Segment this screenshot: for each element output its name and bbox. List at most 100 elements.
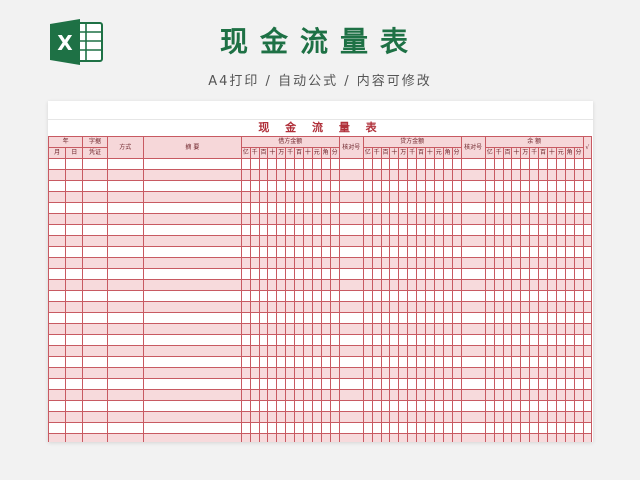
ledger-cell[interactable] <box>338 191 364 203</box>
ledger-cell[interactable] <box>529 246 540 258</box>
ledger-cell[interactable] <box>320 246 331 258</box>
ledger-cell[interactable] <box>311 169 322 181</box>
ledger-cell[interactable] <box>294 356 304 368</box>
ledger-cell[interactable] <box>48 345 67 357</box>
ledger-cell[interactable] <box>311 246 322 258</box>
ledger-cell[interactable] <box>398 301 409 313</box>
ledger-cell[interactable] <box>311 356 322 368</box>
ledger-cell[interactable] <box>142 279 242 291</box>
ledger-cell[interactable] <box>276 169 287 181</box>
ledger-cell[interactable] <box>555 257 566 269</box>
ledger-cell[interactable] <box>380 213 391 225</box>
ledger-cell[interactable] <box>493 323 504 335</box>
ledger-cell[interactable] <box>416 367 426 379</box>
ledger-cell[interactable] <box>311 334 322 346</box>
ledger-cell[interactable] <box>389 213 400 225</box>
ledger-cell[interactable] <box>484 191 495 203</box>
ledger-cell[interactable] <box>555 202 566 214</box>
ledger-cell[interactable] <box>582 180 593 192</box>
ledger-cell[interactable] <box>249 235 260 247</box>
ledger-cell[interactable] <box>520 433 531 442</box>
ledger-cell[interactable] <box>493 345 504 357</box>
ledger-cell[interactable] <box>582 334 593 346</box>
ledger-cell[interactable] <box>416 411 426 423</box>
ledger-cell[interactable] <box>407 378 418 390</box>
ledger-cell[interactable] <box>538 158 548 170</box>
ledger-cell[interactable] <box>451 180 462 192</box>
ledger-cell[interactable] <box>294 257 304 269</box>
ledger-cell[interactable] <box>294 169 304 181</box>
ledger-cell[interactable] <box>249 158 260 170</box>
ledger-cell[interactable] <box>240 389 251 401</box>
ledger-cell[interactable] <box>460 389 486 401</box>
ledger-cell[interactable] <box>442 169 453 181</box>
ledger-cell[interactable] <box>493 411 504 423</box>
ledger-cell[interactable] <box>451 158 462 170</box>
ledger-cell[interactable] <box>106 224 144 236</box>
ledger-cell[interactable] <box>362 235 373 247</box>
ledger-cell[interactable] <box>294 301 304 313</box>
ledger-cell[interactable] <box>240 334 251 346</box>
ledger-cell[interactable] <box>82 312 108 324</box>
ledger-cell[interactable] <box>276 378 287 390</box>
ledger-cell[interactable] <box>484 334 495 346</box>
ledger-cell[interactable] <box>460 378 486 390</box>
ledger-cell[interactable] <box>82 279 108 291</box>
ledger-cell[interactable] <box>276 367 287 379</box>
ledger-cell[interactable] <box>484 356 495 368</box>
ledger-cell[interactable] <box>511 367 522 379</box>
ledger-cell[interactable] <box>546 158 557 170</box>
ledger-cell[interactable] <box>451 213 462 225</box>
ledger-cell[interactable] <box>573 367 584 379</box>
ledger-cell[interactable] <box>285 411 296 423</box>
ledger-cell[interactable] <box>329 169 340 181</box>
ledger-cell[interactable] <box>529 158 540 170</box>
ledger-cell[interactable] <box>371 356 382 368</box>
ledger-cell[interactable] <box>48 400 67 412</box>
ledger-cell[interactable] <box>240 235 251 247</box>
ledger-cell[interactable] <box>82 367 108 379</box>
ledger-cell[interactable] <box>564 367 575 379</box>
ledger-cell[interactable] <box>520 334 531 346</box>
ledger-cell[interactable] <box>555 268 566 280</box>
ledger-cell[interactable] <box>249 213 260 225</box>
ledger-cell[interactable] <box>142 246 242 258</box>
ledger-cell[interactable] <box>362 191 373 203</box>
ledger-cell[interactable] <box>538 378 548 390</box>
ledger-cell[interactable] <box>302 400 313 412</box>
ledger-cell[interactable] <box>451 400 462 412</box>
ledger-cell[interactable] <box>311 367 322 379</box>
ledger-cell[interactable] <box>582 246 593 258</box>
ledger-cell[interactable] <box>106 301 144 313</box>
ledger-cell[interactable] <box>142 378 242 390</box>
ledger-cell[interactable] <box>424 389 435 401</box>
ledger-cell[interactable] <box>48 301 67 313</box>
ledger-cell[interactable] <box>564 334 575 346</box>
ledger-cell[interactable] <box>520 389 531 401</box>
ledger-cell[interactable] <box>329 301 340 313</box>
ledger-cell[interactable] <box>546 279 557 291</box>
ledger-cell[interactable] <box>371 169 382 181</box>
ledger-cell[interactable] <box>371 389 382 401</box>
ledger-cell[interactable] <box>267 169 278 181</box>
ledger-cell[interactable] <box>502 334 513 346</box>
ledger-cell[interactable] <box>258 422 269 434</box>
ledger-cell[interactable] <box>389 191 400 203</box>
ledger-cell[interactable] <box>362 323 373 335</box>
ledger-cell[interactable] <box>424 422 435 434</box>
ledger-cell[interactable] <box>276 158 287 170</box>
ledger-cell[interactable] <box>493 400 504 412</box>
ledger-cell[interactable] <box>538 268 548 280</box>
ledger-cell[interactable] <box>106 180 144 192</box>
ledger-cell[interactable] <box>389 378 400 390</box>
ledger-cell[interactable] <box>285 356 296 368</box>
ledger-cell[interactable] <box>329 389 340 401</box>
ledger-cell[interactable] <box>520 158 531 170</box>
ledger-cell[interactable] <box>329 422 340 434</box>
ledger-cell[interactable] <box>520 301 531 313</box>
ledger-cell[interactable] <box>249 257 260 269</box>
ledger-cell[interactable] <box>82 400 108 412</box>
ledger-cell[interactable] <box>371 422 382 434</box>
ledger-cell[interactable] <box>433 400 444 412</box>
ledger-cell[interactable] <box>302 411 313 423</box>
